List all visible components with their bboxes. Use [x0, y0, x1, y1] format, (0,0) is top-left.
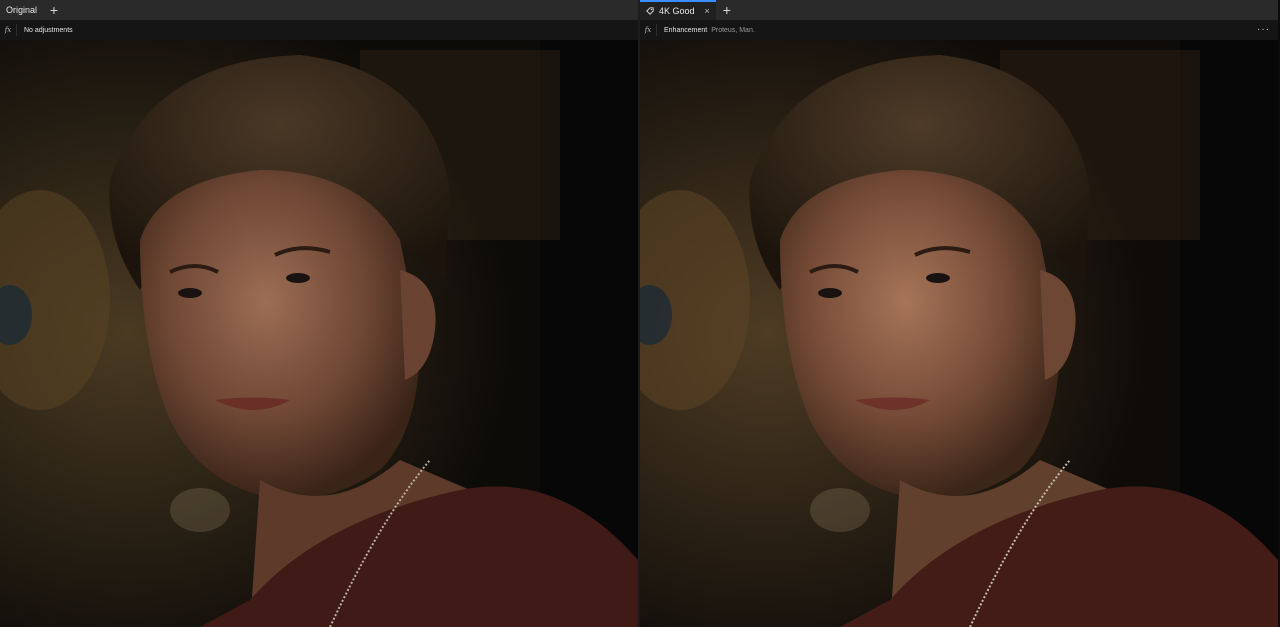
close-icon[interactable]: × [705, 6, 710, 16]
separator [656, 24, 657, 36]
tab-4k-good[interactable]: 4K Good × [640, 0, 716, 20]
enhancement-bar: fx Enhancement Proteus, Man. ··· [640, 20, 1278, 40]
original-pane: Original + fx No adjustments [0, 0, 638, 627]
portrait-photo-enhanced [640, 40, 1278, 627]
more-options-icon[interactable]: ··· [1257, 24, 1270, 35]
enhancement-label[interactable]: Enhancement [664, 27, 707, 34]
add-tab-button[interactable]: + [716, 0, 738, 20]
adjustments-bar: fx No adjustments [0, 20, 638, 40]
fx-icon[interactable]: fx [0, 26, 16, 34]
enhanced-pane: 4K Good × + fx Enhancement Proteus, Man.… [640, 0, 1278, 627]
tab-bar: 4K Good × + [640, 0, 1278, 20]
tag-icon [646, 7, 654, 15]
tab-label: Original [6, 5, 38, 15]
tab-original[interactable]: Original [0, 0, 43, 20]
fx-icon[interactable]: fx [640, 26, 656, 34]
portrait-photo-original [0, 40, 638, 627]
separator [16, 24, 17, 36]
add-tab-button[interactable]: + [43, 0, 65, 20]
adjustments-label: No adjustments [24, 26, 73, 34]
tab-bar: Original + [0, 0, 638, 20]
plus-icon: + [722, 2, 731, 18]
photo-enhanced [640, 40, 1278, 627]
tab-label: 4K Good [659, 6, 695, 16]
enhancement-detail: Proteus, Man. [711, 26, 755, 34]
photo-original [0, 40, 638, 627]
plus-icon: + [49, 2, 59, 18]
